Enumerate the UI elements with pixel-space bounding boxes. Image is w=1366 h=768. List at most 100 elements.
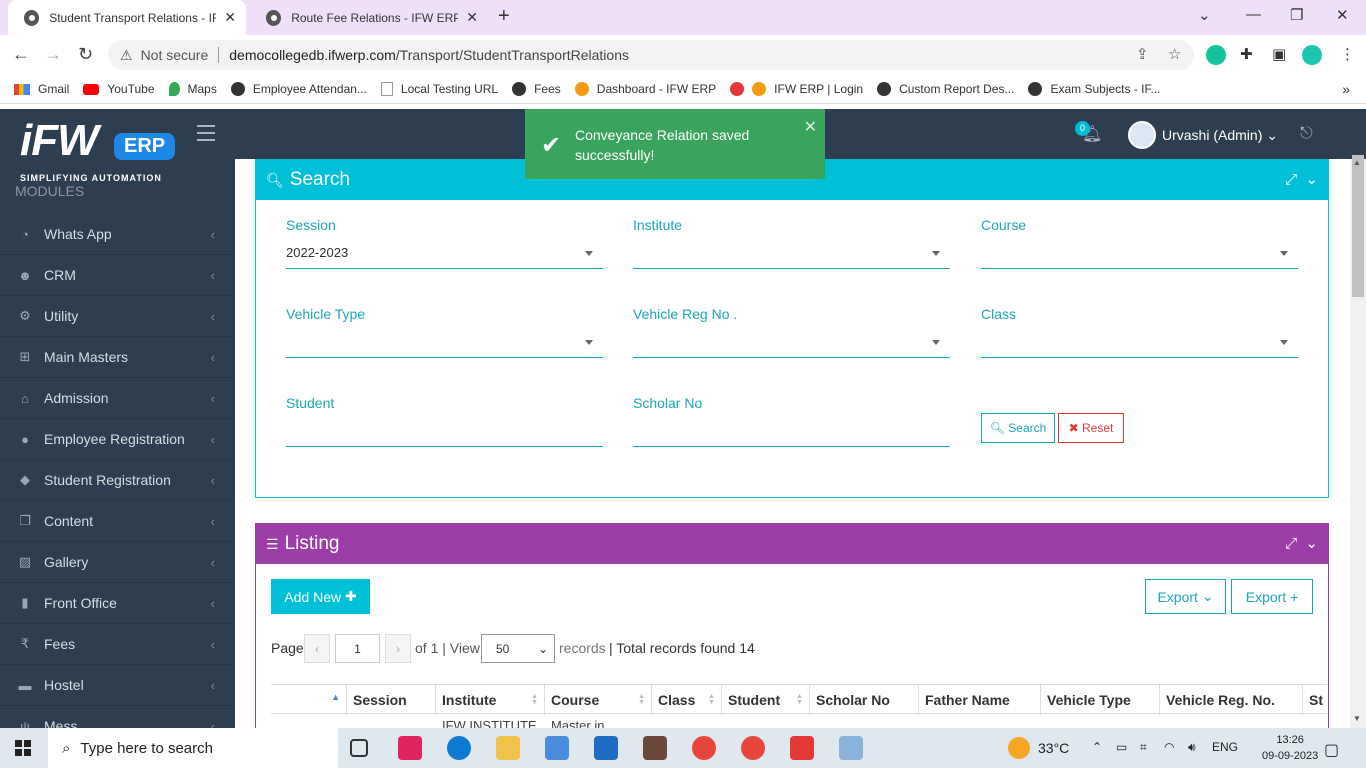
bookmark-dashboard[interactable]: Dashboard - IFW ERP [574,82,716,96]
sidebar-item-main-masters[interactable]: ⊞ Main Masters ‹ [0,337,235,378]
sidebar-item-admission[interactable]: ⌂ Admission ‹ [0,378,235,419]
expand-icon[interactable]: ⤢ [1285,171,1297,188]
column-header-status[interactable]: St [1303,685,1327,715]
windows-start-icon[interactable] [15,740,31,756]
column-header-student[interactable]: Student ▲ ▼ [722,685,810,715]
vehicle-type-field[interactable]: Vehicle Type [286,306,603,358]
tray-app-icon[interactable]: ▭ [1116,740,1127,754]
bookmark-local-testing[interactable]: Local Testing URL [380,82,498,96]
class-field[interactable]: Class [981,306,1298,358]
column-header-select[interactable]: ▲ [271,685,347,715]
side-panel-icon[interactable]: ▣ [1272,45,1286,63]
add-new-button[interactable]: Add New ✚ [271,579,370,614]
institute-field[interactable]: Institute [633,217,950,269]
scholar-no-field[interactable]: Scholar No [633,395,950,447]
sidebar-item-front-office[interactable]: ▮ Front Office ‹ [0,583,235,624]
column-header-vehicle-reg-no[interactable]: Vehicle Reg. No. [1160,685,1303,715]
bookmark-fees[interactable]: Fees [512,82,561,96]
course-field[interactable]: Course [981,217,1298,269]
sidebar-item-mess[interactable]: ψ Mess ‹ [0,706,235,728]
edge-browser-icon[interactable] [447,736,471,760]
institute-select[interactable] [633,241,950,269]
bookmark-ifw-login[interactable]: IFW ERP | Login [730,82,863,96]
mail-icon[interactable] [594,736,618,760]
column-header-scholar-no[interactable]: Scholar No [810,685,919,715]
close-tab-icon[interactable]: ✕ [224,9,236,26]
export-dropdown-button[interactable]: Export ⌄ [1145,579,1226,614]
vehicle-type-select[interactable] [286,330,603,358]
bookmark-maps[interactable]: Maps [168,82,217,96]
sidebar-item-content[interactable]: ❐ Content ‹ [0,501,235,542]
weather-temp[interactable]: 33°C [1038,740,1069,756]
browser-menu-icon[interactable]: ⋮ [1340,45,1355,63]
more-bookmarks-icon[interactable]: » [1342,81,1350,97]
column-header-institute[interactable]: Institute ▲ ▼ [436,685,545,715]
sidebar-item-fees[interactable]: ₹ Fees ‹ [0,624,235,665]
tab-route-fee[interactable]: Route Fee Relations - IFW ERP ✕ [250,0,488,35]
maximize-button[interactable]: ❐ [1290,6,1303,24]
language-indicator[interactable]: ENG [1212,740,1238,754]
user-avatar[interactable] [1128,121,1156,149]
scholar-no-input[interactable] [633,419,950,447]
sidebar-item-utility[interactable]: ⚙ Utility ‹ [0,296,235,337]
class-select[interactable] [981,330,1298,358]
tray-network-icon[interactable]: ⌗ [1140,740,1147,755]
chrome-profile-icon[interactable] [741,736,765,760]
taskbar-clock[interactable]: 13:26 09-09-2023 [1262,732,1318,764]
vehicle-reg-field[interactable]: Vehicle Reg No . [633,306,950,358]
reload-icon[interactable]: ↻ [78,44,93,65]
user-menu[interactable]: Urvashi (Admin) ⌄ [1162,127,1278,144]
column-header-session[interactable]: Session [347,685,436,715]
chrome-icon[interactable] [692,736,716,760]
notification-center-icon[interactable]: ▢ [1324,740,1339,760]
microsoft-store-icon[interactable] [545,736,569,760]
column-header-father-name[interactable]: Father Name [919,685,1041,715]
wifi-icon[interactable]: ◠ [1164,740,1174,754]
session-select[interactable]: 2022-2023 [286,241,603,269]
extensions-puzzle-icon[interactable]: ✚ [1240,45,1253,63]
close-window-button[interactable]: ✕ [1336,6,1349,24]
anydesk-icon[interactable] [790,736,814,760]
session-field[interactable]: Session 2022-2023 [286,217,603,269]
sidebar-item-hostel[interactable]: ▬ Hostel ‹ [0,665,235,706]
page-number-input[interactable]: 1 [335,634,380,663]
expand-icon[interactable]: ⤢ [1285,535,1297,552]
app-logo[interactable]: iFW ERP SIMPLIFYING AUTOMATION [20,119,176,189]
file-explorer-icon[interactable] [496,736,520,760]
forward-icon[interactable]: → [44,44,62,65]
bookmark-exam-subjects[interactable]: Exam Subjects - IF... [1028,82,1161,96]
tab-search-icon[interactable]: ⌄ [1198,6,1211,24]
bookmark-youtube[interactable]: YouTube [83,82,155,96]
column-header-class[interactable]: Class ▲ ▼ [652,685,722,715]
page-size-select[interactable]: 50 ⌄ [481,634,555,663]
student-input[interactable] [286,419,603,447]
student-field[interactable]: Student [286,395,603,447]
sidebar-item-employee-registration[interactable]: ● Employee Registration ‹ [0,419,235,460]
share-icon[interactable]: ⇪ [1136,45,1149,63]
minimize-button[interactable]: — [1246,6,1261,23]
prev-page-button[interactable]: ‹ [304,634,330,663]
scroll-down-icon[interactable]: ▼ [1353,714,1361,723]
sidebar-item-whats-app[interactable]: ◔ Whats App ‹ [0,214,235,255]
bookmark-custom-report[interactable]: Custom Report Des... [877,82,1014,96]
tray-chevron-up-icon[interactable]: ⌃ [1092,740,1102,754]
sidebar-item-crm[interactable]: ☻ CRM ‹ [0,255,235,296]
menu-toggle-icon[interactable] [197,125,215,146]
bookmark-star-icon[interactable]: ☆ [1168,45,1181,63]
bookmark-employee-attendance[interactable]: Employee Attendan... [230,82,367,96]
close-toast-icon[interactable]: ✕ [804,117,817,137]
export-plus-button[interactable]: Export + [1231,579,1313,614]
address-bar[interactable]: ⚠ Not secure democollegedb.ifwerp.com/Tr… [108,40,1194,70]
column-header-vehicle-type[interactable]: Vehicle Type [1041,685,1160,715]
task-view-icon[interactable] [350,739,368,757]
table-row[interactable]: IFW INSTITUTE Master in [271,714,1327,728]
logout-icon[interactable]: ⎋ [1300,125,1313,143]
collapse-chevron-icon[interactable]: ⌄ [1305,171,1318,188]
close-tab-icon[interactable]: ✕ [466,9,478,26]
collapse-chevron-icon[interactable]: ⌄ [1305,535,1318,552]
volume-icon[interactable]: 🔊︎ [1188,740,1196,755]
wps-office-icon[interactable] [398,736,422,760]
new-tab-button[interactable]: + [498,5,510,28]
reset-button[interactable]: ✖ Reset [1058,413,1124,443]
grammarly-extension-icon[interactable] [1206,45,1226,65]
